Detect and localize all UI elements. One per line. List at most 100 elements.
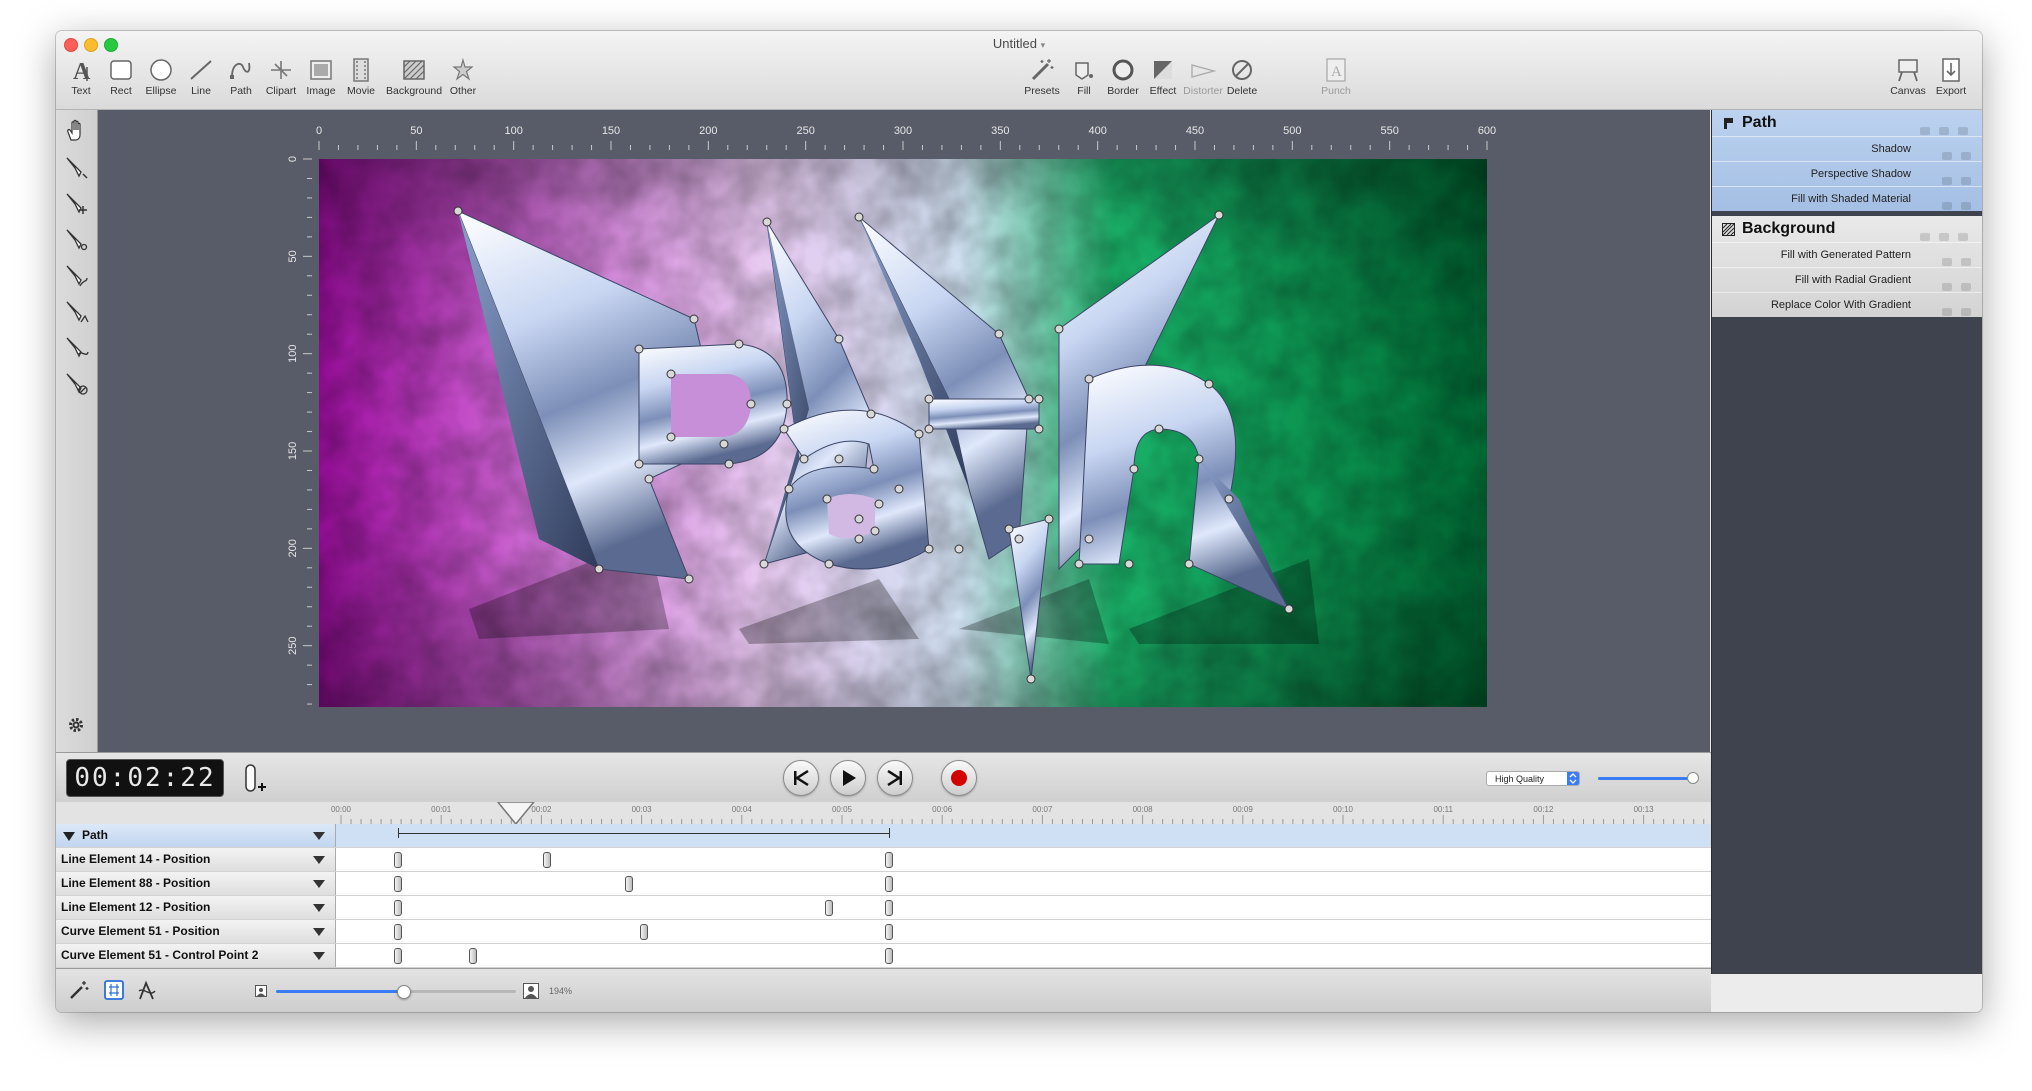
control-point-handle[interactable] <box>869 464 879 474</box>
chevron-down-icon[interactable] <box>313 856 325 864</box>
control-point-handle[interactable] <box>634 459 644 469</box>
timeline-track-row[interactable]: Curve Element 51 - Position <box>56 920 1711 944</box>
control-point-handle[interactable] <box>1014 534 1024 544</box>
layer-group-background[interactable]: Background Fill with Generated Pattern F… <box>1712 216 1982 317</box>
control-point-handle[interactable] <box>453 206 463 216</box>
keyframe[interactable] <box>824 900 833 916</box>
add-keyframe-icon[interactable] <box>243 763 269 795</box>
effect-row[interactable]: Fill with Radial Gradient <box>1712 267 1982 292</box>
control-point-handle[interactable] <box>1224 494 1234 504</box>
keyframe[interactable] <box>624 876 633 892</box>
control-point-handle[interactable] <box>784 484 794 494</box>
pen-select-icon[interactable] <box>63 154 89 180</box>
layer-controls[interactable] <box>1911 224 1971 241</box>
control-point-handle[interactable] <box>1214 210 1224 220</box>
timeline-track-row[interactable]: Curve Element 51 - Control Point 2 <box>56 944 1711 968</box>
keyframe[interactable] <box>394 900 403 916</box>
control-point-handle[interactable] <box>914 429 924 439</box>
chevron-down-icon[interactable] <box>313 928 325 936</box>
control-point-handle[interactable] <box>666 369 676 379</box>
punch-button[interactable]: A Punch <box>1311 57 1361 97</box>
control-point-handle[interactable] <box>1054 324 1064 334</box>
other-tool-button[interactable]: Other <box>438 57 488 97</box>
track-label[interactable]: Curve Element 51 - Control Point 2 <box>56 944 336 967</box>
go-to-start-button[interactable] <box>783 760 819 796</box>
control-point-handle[interactable] <box>1184 559 1194 569</box>
control-point-handle[interactable] <box>734 339 744 349</box>
control-point-handle[interactable] <box>594 564 604 574</box>
timeline-track-row[interactable]: Line Element 12 - Position <box>56 896 1711 920</box>
effect-row[interactable]: Fill with Shaded Material <box>1712 186 1982 211</box>
control-point-handle[interactable] <box>1194 454 1204 464</box>
line-segment-icon[interactable] <box>63 226 89 252</box>
artwork[interactable] <box>319 159 1487 707</box>
control-point-handle[interactable] <box>954 544 964 554</box>
quality-select[interactable]: High Quality <box>1486 771 1580 786</box>
keyframe[interactable] <box>885 948 894 964</box>
control-point-handle[interactable] <box>719 439 729 449</box>
layer-path-header[interactable]: Path <box>1712 110 1982 136</box>
control-point-handle[interactable] <box>762 217 772 227</box>
control-point-handle[interactable] <box>854 534 864 544</box>
smooth-point-icon[interactable] <box>63 334 89 360</box>
control-point-handle[interactable] <box>1026 674 1036 684</box>
control-point-handle[interactable] <box>782 399 792 409</box>
track-label[interactable]: Line Element 12 - Position <box>56 896 336 919</box>
export-button[interactable]: Export <box>1926 57 1976 97</box>
keyframe[interactable] <box>639 924 648 940</box>
control-point-handle[interactable] <box>924 394 934 404</box>
control-point-handle[interactable] <box>634 344 644 354</box>
zoom-slider[interactable] <box>276 990 516 993</box>
control-point-handle[interactable] <box>854 212 864 222</box>
control-point-handle[interactable] <box>1084 374 1094 384</box>
go-to-end-button[interactable] <box>877 760 913 796</box>
keyframe[interactable] <box>543 852 552 868</box>
control-point-handle[interactable] <box>1034 394 1044 404</box>
control-point-handle[interactable] <box>1129 464 1139 474</box>
control-point-handle[interactable] <box>1004 524 1014 534</box>
chevron-down-icon[interactable] <box>313 952 325 960</box>
control-point-handle[interactable] <box>666 432 676 442</box>
keyframe[interactable] <box>394 948 403 964</box>
playhead-marker[interactable] <box>496 802 535 824</box>
keyframe[interactable] <box>394 852 403 868</box>
control-point-handle[interactable] <box>1154 424 1164 434</box>
gear-icon[interactable] <box>67 716 85 734</box>
control-point-handle[interactable] <box>924 424 934 434</box>
control-point-handle[interactable] <box>1124 559 1134 569</box>
chevron-down-icon[interactable] <box>313 880 325 888</box>
control-point-handle[interactable] <box>684 574 694 584</box>
zoom-slider-knob[interactable] <box>397 985 412 999</box>
snap-grid-icon[interactable] <box>103 979 125 1001</box>
control-point-handle[interactable] <box>834 454 844 464</box>
curve-tool-icon[interactable] <box>136 979 158 1001</box>
hand-pan-icon[interactable] <box>63 118 89 144</box>
keyframe[interactable] <box>394 924 403 940</box>
control-point-handle[interactable] <box>870 526 880 536</box>
chevron-down-icon[interactable] <box>313 904 325 912</box>
timeline-track-row[interactable]: Line Element 88 - Position <box>56 872 1711 896</box>
chevron-down-icon[interactable] <box>313 832 325 840</box>
control-point-handle[interactable] <box>1084 534 1094 544</box>
control-point-handle[interactable] <box>689 314 699 324</box>
curve-segment-icon[interactable] <box>63 262 89 288</box>
delete-button[interactable]: Delete <box>1217 57 1267 97</box>
record-button[interactable] <box>941 760 977 796</box>
volume-slider[interactable] <box>1598 777 1692 780</box>
keyframe[interactable] <box>885 876 894 892</box>
effect-controls[interactable] <box>1911 195 1971 210</box>
control-point-handle[interactable] <box>994 329 1004 339</box>
control-point-handle[interactable] <box>874 499 884 509</box>
control-point-handle[interactable] <box>834 334 844 344</box>
control-point-handle[interactable] <box>1044 514 1054 524</box>
control-point-handle[interactable] <box>724 459 734 469</box>
timeline-track-row[interactable]: Line Element 14 - Position <box>56 848 1711 872</box>
control-point-handle[interactable] <box>822 494 832 504</box>
effect-controls[interactable] <box>1911 276 1971 291</box>
effect-row[interactable]: Replace Color With Gradient <box>1712 292 1982 317</box>
control-point-handle[interactable] <box>924 544 934 554</box>
effect-controls[interactable] <box>1911 301 1971 316</box>
volume-slider-knob[interactable] <box>1687 772 1699 784</box>
effect-row[interactable]: Shadow <box>1712 136 1982 161</box>
layer-background-header[interactable]: Background <box>1712 216 1982 242</box>
